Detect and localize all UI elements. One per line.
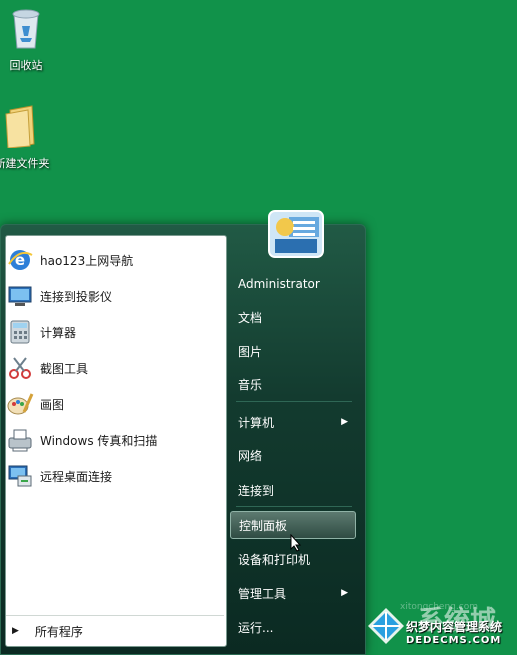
windows-logo-icon bbox=[368, 608, 404, 644]
arrow-right-icon: ▶ bbox=[12, 626, 19, 636]
watermark: 系统城 织梦内容管理系统 DEDECMS.COM bbox=[362, 600, 517, 653]
internet-explorer-icon: e bbox=[8, 250, 33, 270]
folder-icon bbox=[5, 105, 35, 149]
right-item-label: 文档 bbox=[238, 310, 263, 325]
program-label: 截图工具 bbox=[40, 361, 89, 376]
all-programs-button[interactable]: ▶ 所有程序 bbox=[6, 615, 224, 646]
right-item-label: Administrator bbox=[238, 277, 320, 291]
right-item-label: 控制面板 bbox=[239, 518, 288, 533]
separator bbox=[236, 506, 352, 507]
right-item-admin-tools[interactable]: 管理工具 ▶ bbox=[230, 579, 356, 607]
right-item-pictures[interactable]: 图片 bbox=[230, 337, 356, 365]
right-item-label: 连接到 bbox=[238, 483, 275, 498]
user-picture-icon[interactable] bbox=[267, 209, 325, 259]
program-snipping-tool[interactable]: 截图工具 bbox=[6, 350, 224, 386]
right-item-documents[interactable]: 文档 bbox=[230, 303, 356, 331]
program-calculator[interactable]: 计算器 bbox=[6, 314, 224, 350]
remote-desktop-icon bbox=[8, 465, 32, 487]
program-hao123[interactable]: e hao123上网导航 bbox=[6, 242, 224, 278]
right-item-label: 运行... bbox=[238, 620, 274, 635]
right-item-connect-to[interactable]: 连接到 bbox=[230, 476, 356, 504]
submenu-arrow-icon: ▶ bbox=[341, 417, 348, 427]
mouse-cursor-icon bbox=[290, 534, 302, 552]
watermark-line1: 织梦内容管理系统 bbox=[406, 620, 503, 634]
right-item-run[interactable]: 运行... bbox=[230, 613, 356, 641]
right-item-label: 网络 bbox=[238, 448, 263, 463]
program-projector[interactable]: 连接到投影仪 bbox=[6, 278, 224, 314]
snipping-tool-icon bbox=[9, 357, 31, 379]
right-item-label: 设备和打印机 bbox=[238, 552, 311, 567]
right-item-label: 管理工具 bbox=[238, 586, 287, 601]
right-item-music[interactable]: 音乐 bbox=[230, 370, 356, 398]
watermark-line2: DEDECMS.COM bbox=[406, 635, 502, 646]
program-paint[interactable]: 画图 bbox=[6, 386, 224, 422]
fax-scan-icon bbox=[8, 429, 32, 452]
right-item-administrator[interactable]: Administrator bbox=[230, 270, 356, 298]
right-item-network[interactable]: 网络 bbox=[230, 441, 356, 469]
program-label: Windows 传真和扫描 bbox=[40, 433, 158, 448]
program-label: hao123上网导航 bbox=[40, 253, 134, 268]
submenu-arrow-icon: ▶ bbox=[341, 588, 348, 598]
right-item-computer[interactable]: 计算机 ▶ bbox=[230, 408, 356, 436]
calculator-icon bbox=[10, 320, 30, 344]
right-item-label: 图片 bbox=[238, 344, 263, 359]
desktop-icon-recycle-bin[interactable]: 回收站 bbox=[0, 6, 58, 73]
program-label: 画图 bbox=[40, 397, 65, 412]
programs-pane: e hao123上网导航 连接到投影仪 计算器 截图工具 画图 Windows … bbox=[5, 235, 227, 647]
program-remote-desktop[interactable]: 远程桌面连接 bbox=[6, 458, 224, 494]
program-label: 计算器 bbox=[40, 325, 77, 340]
program-fax-scan[interactable]: Windows 传真和扫描 bbox=[6, 422, 224, 458]
right-item-label: 计算机 bbox=[238, 415, 275, 430]
program-label: 远程桌面连接 bbox=[40, 469, 113, 484]
right-item-label: 音乐 bbox=[238, 377, 263, 392]
paint-icon bbox=[7, 393, 34, 415]
separator bbox=[236, 401, 352, 402]
desktop-icon-label: 新建文件夹 bbox=[0, 157, 50, 170]
projector-icon bbox=[8, 286, 32, 306]
desktop-icon-label: 回收站 bbox=[9, 59, 43, 72]
all-programs-label: 所有程序 bbox=[34, 624, 83, 639]
desktop-icon-new-folder[interactable]: 新建文件夹 bbox=[0, 104, 54, 171]
recycle-bin-icon bbox=[12, 9, 40, 49]
program-label: 连接到投影仪 bbox=[40, 289, 113, 304]
